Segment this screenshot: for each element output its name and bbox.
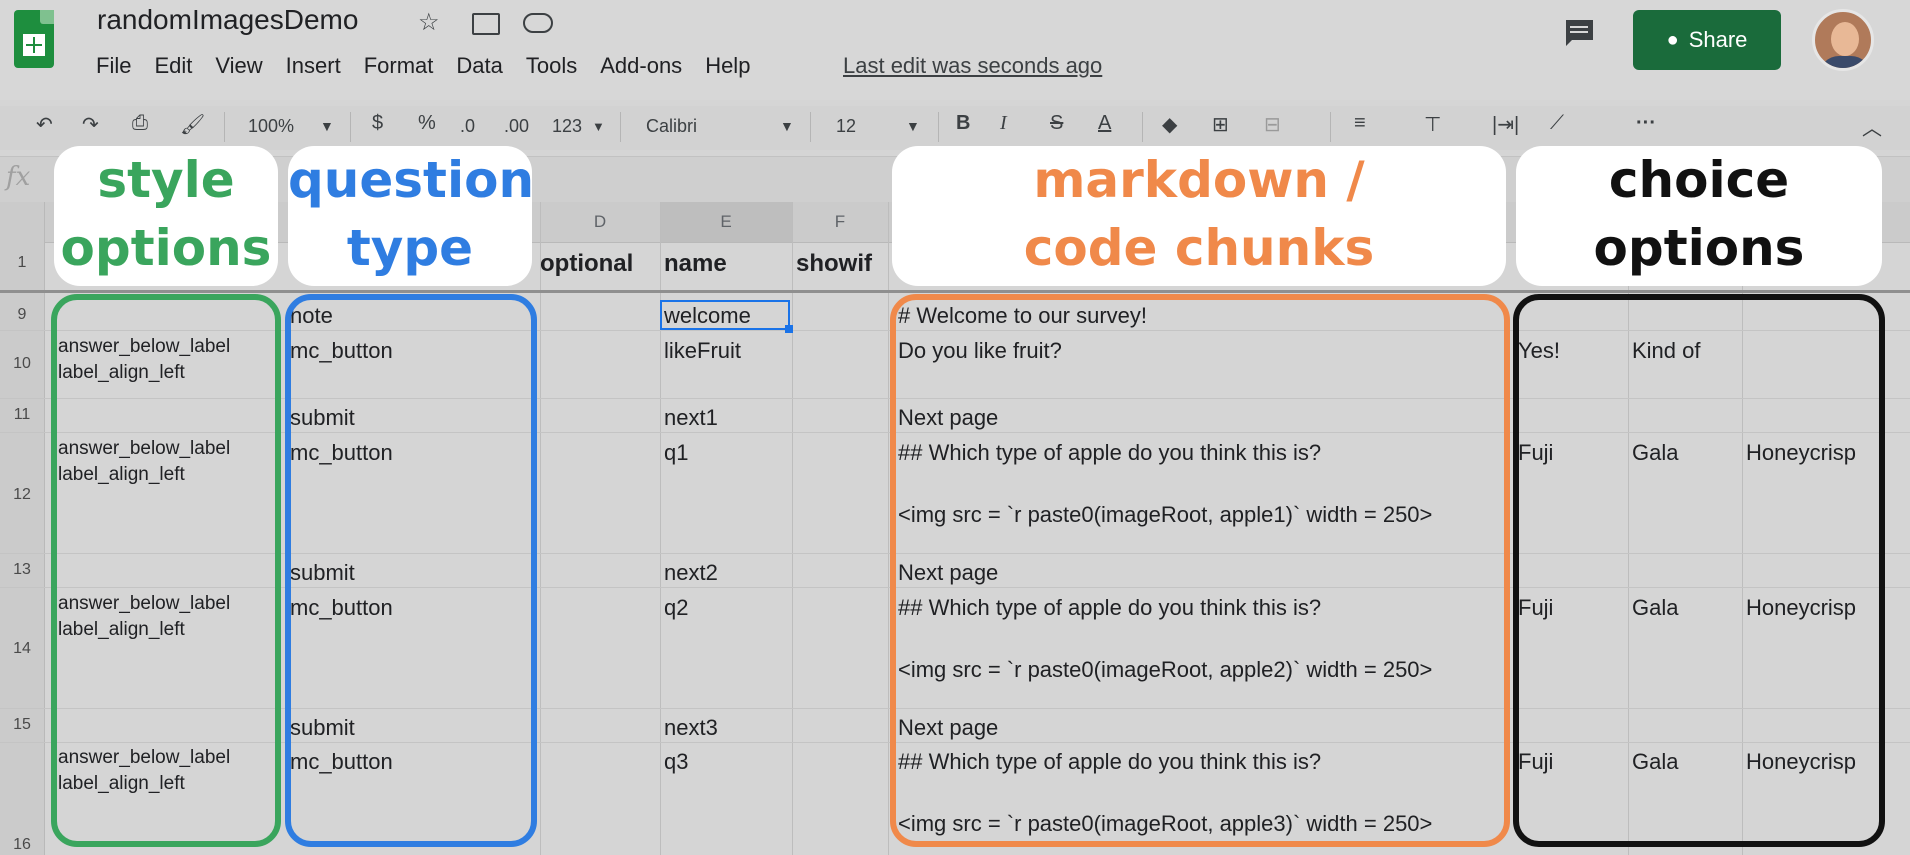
- menu-item-file[interactable]: File: [96, 53, 131, 81]
- style-options-highlight: [51, 294, 281, 847]
- style-options-label-line2: options: [60, 219, 272, 277]
- menu-item-add-ons[interactable]: Add-ons: [600, 53, 682, 81]
- strikethrough-icon[interactable]: S: [1050, 112, 1063, 135]
- zoom-chevron-icon[interactable]: ▼: [320, 118, 334, 134]
- choice-options-label: choice options: [1516, 146, 1882, 286]
- column-header-d[interactable]: D: [540, 212, 660, 232]
- merge-cells-icon[interactable]: ⊟: [1264, 112, 1281, 137]
- fill-color-icon[interactable]: ◆: [1162, 112, 1177, 137]
- markdown-label: markdown / code chunks: [892, 146, 1506, 286]
- row-number[interactable]: 1: [0, 254, 44, 272]
- header-showif[interactable]: showif: [796, 250, 872, 278]
- cloud-status-icon[interactable]: [523, 13, 553, 33]
- bold-icon[interactable]: B: [956, 112, 970, 135]
- text-rotation-icon[interactable]: ⟋: [1550, 112, 1564, 135]
- row-number[interactable]: 13: [0, 561, 44, 579]
- italic-icon[interactable]: I: [1000, 112, 1007, 135]
- choice-options-highlight: [1513, 294, 1885, 847]
- move-folder-icon[interactable]: [472, 13, 500, 35]
- row-number[interactable]: 14: [0, 640, 44, 658]
- percent-format-button[interactable]: %: [418, 112, 436, 135]
- share-button[interactable]: ● Share: [1633, 10, 1781, 70]
- markdown-highlight: [890, 294, 1510, 847]
- style-options-label-line1: style: [97, 151, 235, 209]
- question-type-highlight: [285, 294, 537, 847]
- name-cell[interactable]: q1: [664, 440, 688, 466]
- font-size-select[interactable]: 12: [836, 116, 856, 137]
- menu-item-tools[interactable]: Tools: [526, 53, 577, 81]
- more-formats-button[interactable]: 123: [552, 116, 582, 137]
- header-optional[interactable]: optional: [540, 250, 633, 278]
- borders-icon[interactable]: ⊞: [1212, 112, 1229, 137]
- name-cell[interactable]: next1: [664, 405, 718, 431]
- share-label: Share: [1688, 27, 1748, 52]
- question-type-label: question type: [288, 146, 535, 286]
- more-icon[interactable]: ···: [1636, 112, 1656, 135]
- zoom-select[interactable]: 100%: [248, 116, 294, 137]
- decrease-decimal-button[interactable]: .0: [460, 116, 475, 137]
- column-header-e[interactable]: E: [660, 212, 792, 232]
- text-color-icon[interactable]: A: [1098, 112, 1111, 135]
- row-header-bar: [0, 202, 45, 855]
- account-avatar[interactable]: [1812, 9, 1874, 71]
- print-icon[interactable]: ⎙: [132, 112, 148, 135]
- text-wrapping-icon[interactable]: |⇥|: [1492, 112, 1519, 137]
- lock-person-icon: ●: [1666, 28, 1679, 51]
- sheets-app-icon[interactable]: [14, 10, 54, 68]
- style-options-label: style options: [54, 146, 278, 286]
- active-cell-outline[interactable]: [660, 300, 790, 330]
- more-formats-chevron-icon[interactable]: ▼: [592, 119, 605, 134]
- choice-options-label-line2: options: [1593, 219, 1805, 277]
- question-type-label-line1: question: [288, 151, 535, 209]
- menu-item-data[interactable]: Data: [456, 53, 502, 81]
- paint-format-icon[interactable]: 🖌: [180, 112, 205, 137]
- markdown-label-line1: markdown /: [1033, 151, 1365, 209]
- row-number[interactable]: 11: [0, 406, 44, 424]
- choice-options-label-line1: choice: [1608, 151, 1790, 209]
- header-name[interactable]: name: [664, 250, 727, 278]
- menu-item-view[interactable]: View: [215, 53, 262, 81]
- last-edit-link[interactable]: Last edit was seconds ago: [843, 53, 1102, 79]
- vertical-align-icon[interactable]: ⊤: [1424, 112, 1441, 137]
- font-select[interactable]: Calibri: [646, 116, 697, 137]
- markdown-label-line2: code chunks: [1023, 219, 1375, 277]
- document-title[interactable]: randomImagesDemo: [97, 4, 358, 36]
- row-number[interactable]: 10: [0, 355, 44, 373]
- row-number[interactable]: 9: [0, 306, 44, 324]
- collapse-toolbar-icon[interactable]: ︿: [1862, 112, 1882, 141]
- question-type-label-line2: type: [346, 219, 474, 277]
- currency-format-button[interactable]: $: [372, 112, 383, 135]
- font-chevron-icon[interactable]: ▼: [780, 118, 794, 134]
- undo-icon[interactable]: ↶: [36, 112, 53, 137]
- menu-item-format[interactable]: Format: [364, 53, 434, 81]
- comments-icon[interactable]: [1562, 18, 1596, 48]
- name-cell[interactable]: q2: [664, 595, 688, 621]
- name-cell[interactable]: next3: [664, 715, 718, 741]
- menu-bar: File Edit View Insert Format Data Tools Add-ons…: [96, 53, 773, 81]
- horizontal-align-icon[interactable]: ≡: [1354, 112, 1366, 135]
- menu-item-help[interactable]: Help: [705, 53, 750, 81]
- row-number[interactable]: 15: [0, 716, 44, 734]
- menu-item-edit[interactable]: Edit: [154, 53, 192, 81]
- row-number[interactable]: 12: [0, 486, 44, 504]
- increase-decimal-button[interactable]: .00: [504, 116, 529, 137]
- star-icon[interactable]: ☆: [418, 8, 440, 37]
- menu-item-insert[interactable]: Insert: [286, 53, 341, 81]
- fill-handle[interactable]: [785, 325, 793, 333]
- font-size-chevron-icon[interactable]: ▼: [906, 118, 920, 134]
- name-cell[interactable]: next2: [664, 560, 718, 586]
- fx-icon: fx: [6, 162, 31, 192]
- name-cell[interactable]: likeFruit: [664, 338, 741, 364]
- name-cell[interactable]: q3: [664, 749, 688, 775]
- column-header-f[interactable]: F: [792, 212, 888, 232]
- row-number[interactable]: 16: [0, 836, 44, 854]
- redo-icon[interactable]: ↷: [82, 112, 99, 137]
